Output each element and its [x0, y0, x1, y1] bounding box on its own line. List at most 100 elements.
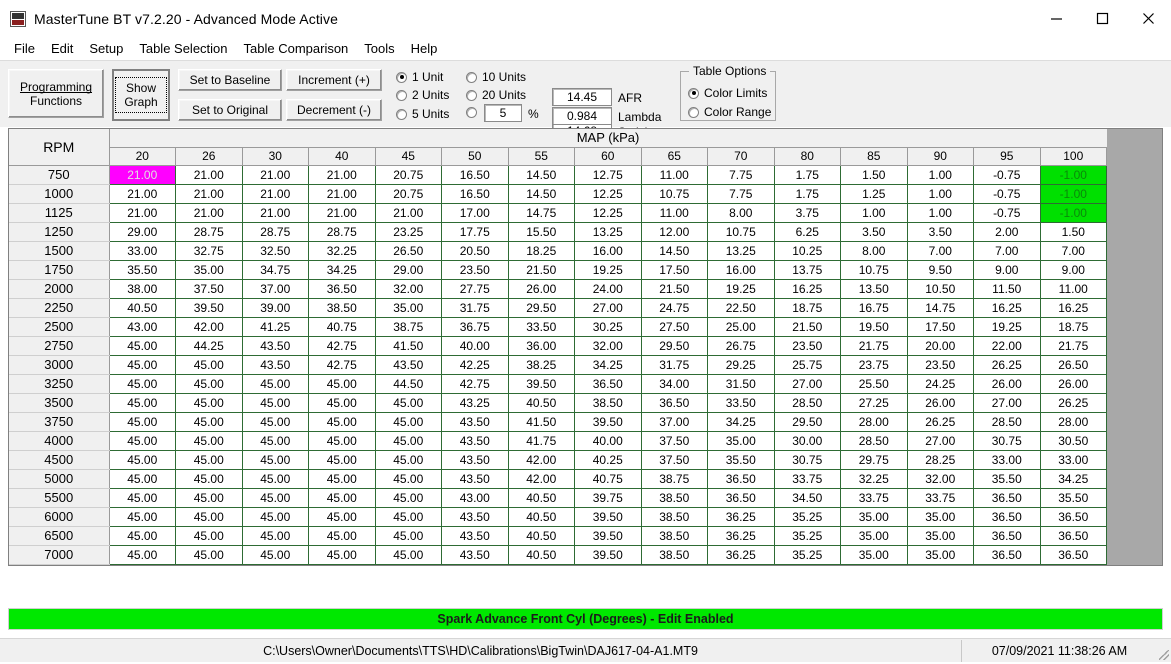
- table-cell[interactable]: 43.50: [441, 412, 509, 432]
- decrement-button[interactable]: Decrement (-): [286, 99, 382, 121]
- table-cell[interactable]: 9.50: [907, 260, 974, 280]
- table-cell[interactable]: 28.75: [308, 222, 376, 242]
- table-cell[interactable]: 35.50: [1040, 488, 1107, 508]
- table-cell[interactable]: 40.25: [574, 450, 642, 470]
- table-cell[interactable]: 31.75: [641, 355, 708, 375]
- table-cell[interactable]: 1.75: [774, 184, 841, 204]
- table-cell[interactable]: 38.50: [641, 507, 708, 527]
- table-cell[interactable]: 26.50: [375, 241, 442, 261]
- table-cell[interactable]: 16.50: [441, 165, 509, 185]
- row-header[interactable]: 2500: [9, 317, 110, 337]
- table-cell[interactable]: 45.00: [242, 507, 309, 527]
- table-cell[interactable]: 19.25: [973, 317, 1041, 337]
- table-cell[interactable]: 28.00: [1040, 412, 1107, 432]
- table-cell[interactable]: 10.75: [707, 222, 775, 242]
- table-cell[interactable]: 45.00: [242, 488, 309, 508]
- table-cell[interactable]: 14.50: [508, 165, 575, 185]
- table-cell[interactable]: 32.25: [840, 469, 908, 489]
- table-cell[interactable]: 1.75: [774, 165, 841, 185]
- menu-item-table-selection[interactable]: Table Selection: [131, 39, 235, 58]
- table-cell[interactable]: 43.50: [375, 355, 442, 375]
- table-cell[interactable]: 21.00: [308, 203, 376, 223]
- table-cell[interactable]: -0.75: [973, 184, 1041, 204]
- table-cell[interactable]: 37.00: [242, 279, 309, 299]
- table-cell[interactable]: 45.00: [109, 412, 176, 432]
- table-cell[interactable]: 26.25: [907, 412, 974, 432]
- table-cell[interactable]: 45.00: [175, 450, 243, 470]
- table-cell[interactable]: 27.00: [907, 431, 974, 451]
- table-cell[interactable]: 35.00: [907, 545, 974, 565]
- table-cell[interactable]: 39.50: [574, 545, 642, 565]
- table-cell[interactable]: 17.50: [907, 317, 974, 337]
- row-header[interactable]: 3750: [9, 412, 110, 432]
- percent-input[interactable]: 5: [484, 104, 522, 122]
- column-header[interactable]: 95: [973, 147, 1041, 166]
- table-cell[interactable]: 35.50: [707, 450, 775, 470]
- table-cell[interactable]: 7.00: [1040, 241, 1107, 261]
- table-cell[interactable]: 28.75: [175, 222, 243, 242]
- table-cell[interactable]: 40.50: [508, 507, 575, 527]
- table-cell[interactable]: 29.50: [508, 298, 575, 318]
- table-cell[interactable]: 21.00: [109, 203, 176, 223]
- table-cell[interactable]: 16.75: [840, 298, 908, 318]
- table-cell[interactable]: 27.50: [641, 317, 708, 337]
- table-cell[interactable]: 20.50: [441, 241, 509, 261]
- table-cell[interactable]: 40.50: [508, 488, 575, 508]
- table-cell[interactable]: 36.50: [1040, 507, 1107, 527]
- table-cell[interactable]: 26.00: [973, 374, 1041, 394]
- table-cell[interactable]: 3.75: [774, 203, 841, 223]
- table-cell[interactable]: 45.00: [308, 393, 376, 413]
- table-cell[interactable]: 45.00: [109, 374, 176, 394]
- table-cell[interactable]: 36.50: [574, 374, 642, 394]
- table-cell[interactable]: 35.25: [774, 526, 841, 546]
- table-cell[interactable]: 29.50: [774, 412, 841, 432]
- table-cell[interactable]: 31.75: [441, 298, 509, 318]
- table-cell[interactable]: -1.00: [1040, 203, 1107, 223]
- table-cell[interactable]: 39.75: [574, 488, 642, 508]
- table-cell[interactable]: 21.00: [175, 184, 243, 204]
- table-cell[interactable]: 12.25: [574, 203, 642, 223]
- table-cell[interactable]: 45.00: [175, 374, 243, 394]
- table-cell[interactable]: 21.75: [840, 336, 908, 356]
- table-cell[interactable]: 45.00: [175, 431, 243, 451]
- table-cell[interactable]: 11.50: [973, 279, 1041, 299]
- column-header[interactable]: 26: [175, 147, 243, 166]
- table-cell[interactable]: 7.00: [973, 241, 1041, 261]
- table-cell[interactable]: 23.25: [375, 222, 442, 242]
- table-cell[interactable]: 45.00: [308, 374, 376, 394]
- radio-percent[interactable]: [466, 107, 482, 118]
- table-cell[interactable]: 23.50: [441, 260, 509, 280]
- table-cell[interactable]: 34.25: [707, 412, 775, 432]
- column-header[interactable]: 100: [1040, 147, 1107, 166]
- table-cell[interactable]: 8.00: [707, 203, 775, 223]
- table-cell[interactable]: 16.00: [707, 260, 775, 280]
- table-cell[interactable]: 45.00: [109, 526, 176, 546]
- row-header[interactable]: 7000: [9, 545, 110, 565]
- table-cell[interactable]: 45.00: [375, 450, 442, 470]
- table-cell[interactable]: 45.00: [375, 488, 442, 508]
- column-header[interactable]: 50: [441, 147, 509, 166]
- table-cell[interactable]: 21.00: [242, 184, 309, 204]
- programming-functions-button[interactable]: Programming Functions: [8, 69, 104, 118]
- table-cell[interactable]: 35.00: [907, 507, 974, 527]
- table-cell[interactable]: -0.75: [973, 203, 1041, 223]
- table-cell[interactable]: 35.00: [840, 526, 908, 546]
- table-cell[interactable]: 45.00: [175, 507, 243, 527]
- table-cell[interactable]: 20.75: [375, 184, 442, 204]
- table-cell[interactable]: 16.00: [574, 241, 642, 261]
- table-cell[interactable]: 24.00: [574, 279, 642, 299]
- table-cell[interactable]: 38.50: [308, 298, 376, 318]
- table-cell[interactable]: 27.00: [973, 393, 1041, 413]
- table-cell[interactable]: 43.50: [242, 336, 309, 356]
- table-cell[interactable]: 7.75: [707, 165, 775, 185]
- table-cell[interactable]: 32.00: [574, 336, 642, 356]
- table-cell[interactable]: 30.25: [574, 317, 642, 337]
- table-cell[interactable]: 26.75: [707, 336, 775, 356]
- table-cell[interactable]: 35.50: [109, 260, 176, 280]
- table-cell[interactable]: 43.00: [109, 317, 176, 337]
- table-cell[interactable]: 45.00: [109, 393, 176, 413]
- table-cell[interactable]: 21.00: [242, 203, 309, 223]
- table-cell[interactable]: 1.00: [907, 203, 974, 223]
- row-header[interactable]: 5000: [9, 469, 110, 489]
- table-cell[interactable]: 38.50: [641, 488, 708, 508]
